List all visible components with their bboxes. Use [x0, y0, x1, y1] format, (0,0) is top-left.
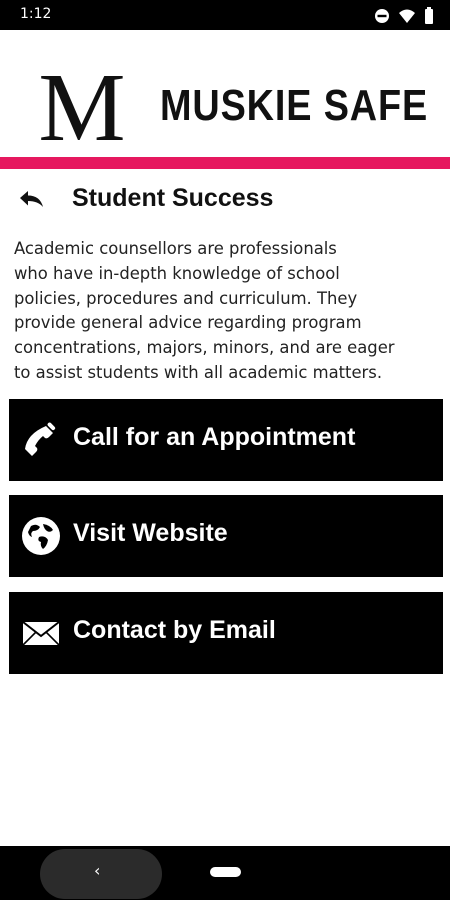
globe-icon: [21, 516, 61, 556]
nav-home-button[interactable]: [210, 867, 241, 877]
phone-icon: [21, 420, 61, 460]
description-line: policies, procedures and curriculum. The…: [14, 288, 358, 308]
page-title: Student Success: [72, 184, 274, 212]
button-label: Visit Website: [73, 519, 228, 547]
chevron-left-icon: ‹: [94, 861, 101, 880]
visit-website-button[interactable]: Visit Website: [9, 495, 443, 577]
battery-icon: [424, 7, 434, 24]
call-appointment-button[interactable]: Call for an Appointment: [9, 399, 443, 481]
status-icons: [374, 7, 434, 24]
description-line: who have in-depth knowledge of school: [14, 263, 340, 283]
logo-letter: M: [38, 64, 125, 144]
button-label: Call for an Appointment: [73, 423, 356, 451]
system-nav-bar: ‹: [0, 846, 450, 900]
description: Academic counsellors are professionals w…: [14, 237, 439, 386]
back-arrow-icon: [16, 191, 48, 218]
status-time: 1:12: [20, 6, 52, 22]
mail-icon: [21, 613, 61, 653]
contact-email-button[interactable]: Contact by Email: [9, 592, 443, 674]
app-header: M MUSKIE SAFE: [0, 30, 450, 162]
description-line: concentrations, majors, minors, and are …: [14, 338, 395, 358]
app-title: MUSKIE SAFE: [160, 81, 429, 130]
button-label: Contact by Email: [73, 616, 276, 644]
nav-back-button[interactable]: ‹: [40, 849, 162, 899]
description-line: provide general advice regarding program: [14, 313, 362, 333]
do-not-disturb-icon: [374, 8, 390, 24]
wifi-icon: [398, 8, 416, 24]
accent-bar: [0, 157, 450, 169]
back-button[interactable]: [16, 186, 56, 216]
university-logo: M: [32, 54, 132, 162]
description-line: Academic counsellors are professionals: [14, 239, 337, 258]
description-line: to assist students with all academic mat…: [14, 362, 383, 382]
status-bar: 1:12: [0, 0, 450, 30]
